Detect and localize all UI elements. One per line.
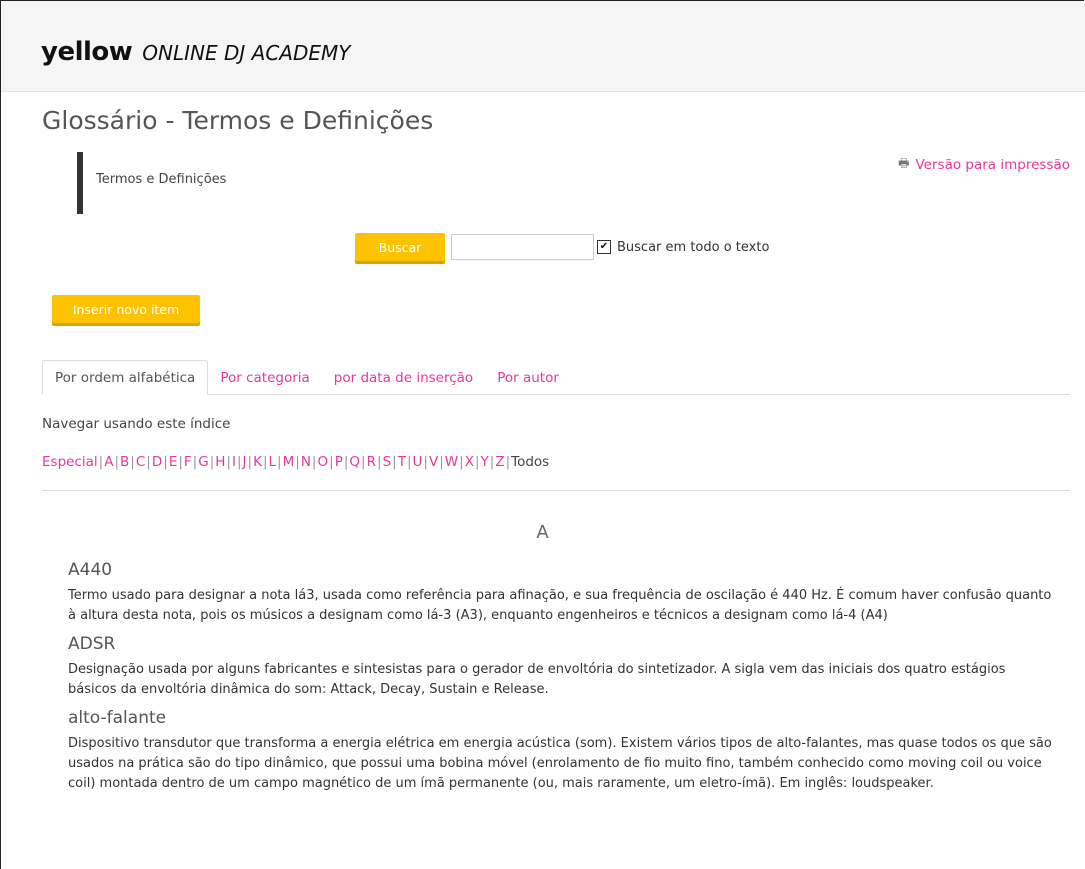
logo-subtitle: ONLINE DJ ACADEMY (142, 41, 351, 65)
index-link-o[interactable]: O (317, 454, 328, 470)
printer-icon: 🖶 (898, 156, 910, 170)
index-link-m[interactable]: M (283, 454, 295, 470)
index-link-y[interactable]: Y (481, 454, 489, 470)
entry-definition: Termo usado para designar a nota lá3, us… (68, 588, 1052, 623)
index-link-t[interactable]: T (398, 454, 406, 470)
index-link-h[interactable]: H (215, 454, 225, 470)
index-link-v[interactable]: V (429, 454, 438, 470)
site-header: yellow ONLINE DJ ACADEMY (1, 1, 1085, 92)
entry-definition: Designação usada por alguns fabricantes … (68, 662, 1006, 697)
section-letter: A (536, 522, 549, 543)
index-link-p[interactable]: P (335, 454, 343, 470)
index-link-s[interactable]: S (383, 454, 392, 470)
index-nav-label: Navegar usando este índice (42, 416, 231, 432)
index-link-e[interactable]: E (169, 454, 178, 470)
tab-alphabetical[interactable]: Por ordem alfabética (42, 360, 209, 395)
index-link-k[interactable]: K (253, 454, 262, 470)
insert-new-item-button[interactable]: Inserir novo item (52, 295, 200, 323)
glossary-entry: alto-falante Dispositivo transdutor que … (68, 708, 1058, 794)
intro-bar (77, 152, 83, 214)
print-version-label: Versão para impressão (915, 156, 1071, 173)
glossary-entries: A440 Termo usado para designar a nota lá… (68, 560, 1058, 802)
index-link-w[interactable]: W (445, 454, 458, 470)
search-fulltext-checkbox[interactable]: ✔ (597, 240, 611, 254)
search-fulltext-label: Buscar em todo o texto (617, 239, 770, 255)
entry-term: A440 (68, 560, 113, 580)
entry-term: alto-falante (68, 708, 167, 728)
page-title: Glossário - Termos e Definições (42, 106, 434, 135)
print-version-link[interactable]: 🖶 Versão para impressão (898, 154, 1070, 175)
index-link-f[interactable]: F (184, 454, 192, 470)
index-link-c[interactable]: C (136, 454, 145, 470)
index-link-z[interactable]: Z (495, 454, 504, 470)
glossary-entry: A440 Termo usado para designar a nota lá… (68, 560, 1058, 626)
search-button[interactable]: Buscar (355, 233, 445, 261)
index-link-d[interactable]: D (152, 454, 162, 470)
index-link-todos: Todos (511, 454, 550, 470)
index-link-a[interactable]: A (104, 454, 113, 470)
tab-date[interactable]: por data de inserção (322, 370, 485, 394)
index-link-u[interactable]: U (413, 454, 423, 470)
index-link-especial[interactable]: Especial (42, 454, 98, 470)
site-logo[interactable]: yellow ONLINE DJ ACADEMY (41, 37, 351, 67)
divider (42, 490, 1070, 491)
entry-term: ADSR (68, 634, 116, 654)
index-link-r[interactable]: R (367, 454, 376, 470)
intro-text: Termos e Definições (96, 172, 227, 187)
index-link-q[interactable]: Q (349, 454, 360, 470)
entry-definition: Dispositivo transdutor que transforma a … (68, 736, 1052, 791)
glossary-entry: ADSR Designação usada por alguns fabrica… (68, 634, 1058, 700)
search-input[interactable] (451, 234, 594, 260)
tab-category[interactable]: Por categoria (208, 370, 321, 394)
index-link-b[interactable]: B (120, 454, 129, 470)
tab-author[interactable]: Por autor (485, 370, 571, 394)
alphabet-index: Especial | A | B | C | D | E | F | G | H | I | J | K | L | M | N | O | P… (42, 454, 549, 470)
index-link-g[interactable]: G (198, 454, 208, 470)
logo-brand: yellow (41, 37, 133, 67)
index-link-n[interactable]: N (301, 454, 311, 470)
index-link-x[interactable]: X (465, 454, 474, 470)
search-bar: Buscar ✔ Buscar em todo o texto (355, 233, 769, 261)
glossary-tabs: Por ordem alfabética Por categoria por d… (42, 360, 1070, 395)
index-link-l[interactable]: L (269, 454, 277, 470)
